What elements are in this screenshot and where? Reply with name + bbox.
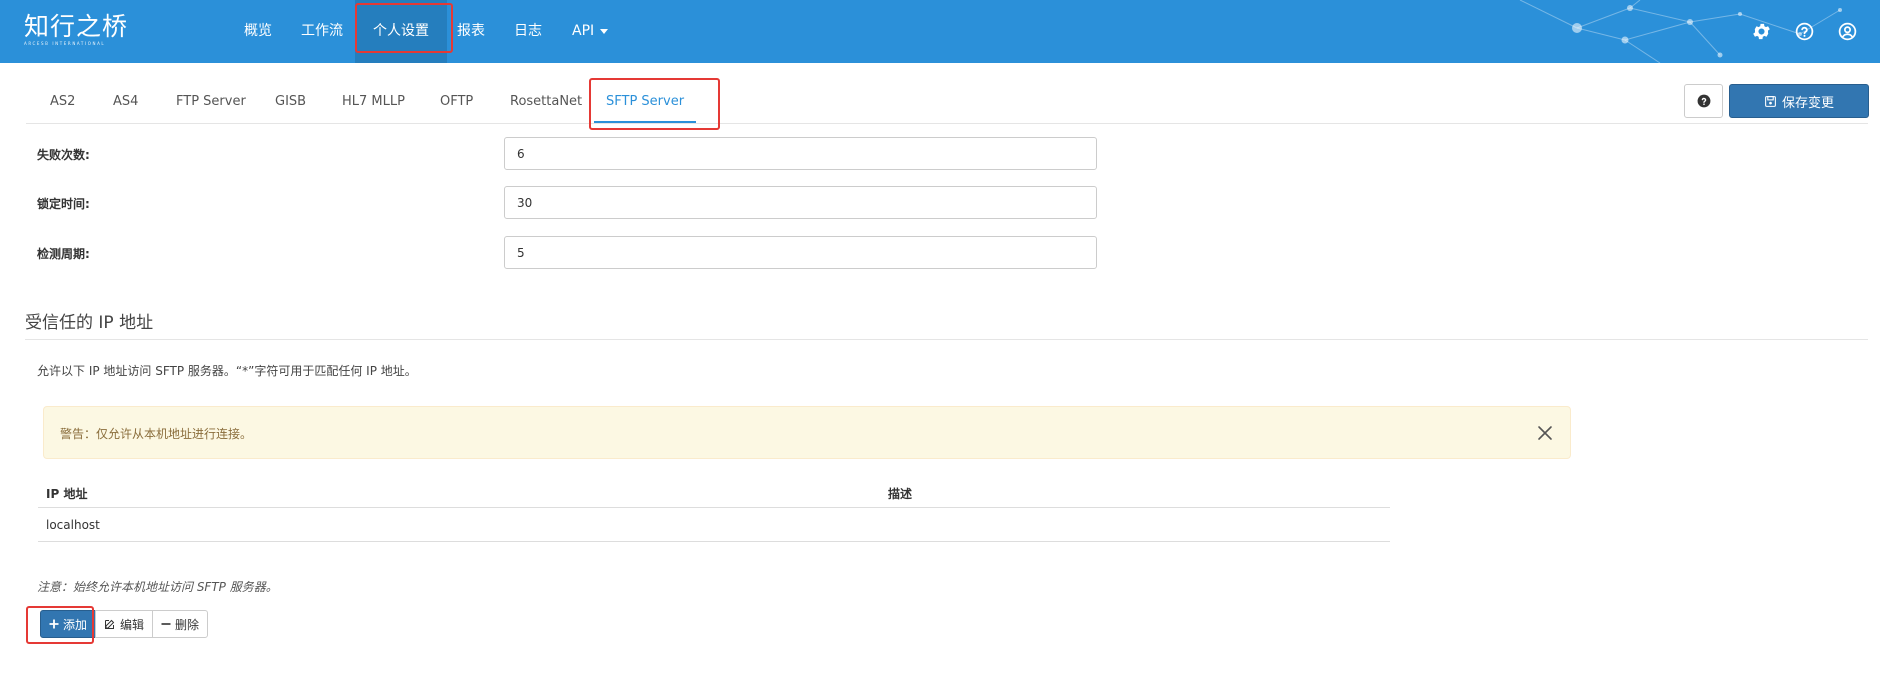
tabs-divider (26, 123, 1868, 124)
warning-alert-text: 警告：仅允许从本机地址进行连接。 (60, 427, 253, 441)
warning-alert: 警告：仅允许从本机地址进行连接。 (43, 406, 1571, 459)
lockout-time-label: 锁定时间: (37, 197, 90, 211)
ip-action-buttons: 添加 编辑 删除 (40, 610, 209, 638)
tab-ftp-server[interactable]: FTP Server (176, 82, 246, 124)
logo-text: 知行之桥 (24, 12, 129, 41)
logo-subtext: ARCESB INTERNATIONAL (24, 41, 106, 46)
nav-logs[interactable]: 日志 (514, 0, 542, 63)
section-description: 允许以下 IP 地址访问 SFTP 服务器。“*”字符可用于匹配任何 IP 地址… (37, 364, 417, 378)
edit-icon (105, 619, 115, 629)
tab-gisb[interactable]: GISB (275, 82, 306, 124)
nav-api[interactable]: API (572, 0, 609, 63)
nav-overview[interactable]: 概览 (244, 0, 272, 63)
failed-attempts-input[interactable] (504, 137, 1097, 170)
add-button-label: 添加 (63, 617, 88, 632)
tab-sftp-server[interactable]: SFTP Server (594, 82, 697, 124)
column-header-description[interactable]: 描述 (888, 485, 912, 502)
minus-icon (161, 623, 171, 625)
nav-api-label: API (572, 23, 595, 39)
plus-icon (49, 619, 59, 629)
table-row[interactable]: localhost (38, 508, 1390, 542)
caret-down-icon (600, 28, 609, 34)
nav-personal-settings[interactable]: 个人设置 (355, 0, 447, 63)
lockout-time-input[interactable] (504, 186, 1097, 219)
help-button[interactable] (1684, 84, 1723, 118)
detection-period-input[interactable] (504, 236, 1097, 269)
tab-as2[interactable]: AS2 (50, 82, 75, 124)
gear-icon[interactable] (1751, 21, 1772, 42)
section-divider (25, 339, 1868, 340)
brand-logo[interactable]: 知行之桥 ARCESB INTERNATIONAL (24, 12, 129, 47)
network-decoration (1519, 0, 1842, 63)
close-icon[interactable] (1536, 424, 1554, 442)
top-navbar: 知行之桥 ARCESB INTERNATIONAL 概览 工作流 个人设置 报表… (0, 0, 1880, 63)
user-circle-icon[interactable] (1837, 21, 1858, 42)
save-icon (1765, 95, 1776, 107)
edit-button-label: 编辑 (120, 617, 145, 632)
delete-button[interactable]: 删除 (152, 610, 209, 638)
delete-button-label: 删除 (175, 617, 200, 632)
cell-ip: localhost (46, 518, 100, 532)
tab-hl7-mllp[interactable]: HL7 MLLP (342, 82, 405, 124)
column-header-ip[interactable]: IP 地址 (46, 485, 87, 502)
question-circle-icon (1697, 94, 1710, 108)
add-button[interactable]: 添加 (40, 610, 97, 638)
table-header: IP 地址 描述 (38, 475, 1390, 508)
note-text: 注意：始终允许本机地址访问 SFTP 服务器。 (37, 580, 278, 594)
help-circle-icon[interactable] (1794, 21, 1815, 42)
tab-oftp[interactable]: OFTP (440, 82, 473, 124)
save-changes-button[interactable]: 保存变更 (1729, 84, 1869, 118)
trusted-ip-table: IP 地址 描述 localhost (38, 475, 1390, 542)
failed-attempts-label: 失败次数: (37, 148, 90, 162)
detection-period-label: 检测周期: (37, 247, 90, 261)
section-title: 受信任的 IP 地址 (25, 313, 154, 333)
edit-button[interactable]: 编辑 (95, 610, 154, 638)
tab-as4[interactable]: AS4 (113, 82, 138, 124)
nav-reports[interactable]: 报表 (457, 0, 485, 63)
save-changes-label: 保存变更 (1781, 95, 1834, 111)
nav-workflow[interactable]: 工作流 (301, 0, 343, 63)
tab-rosettanet[interactable]: RosettaNet (510, 82, 582, 124)
